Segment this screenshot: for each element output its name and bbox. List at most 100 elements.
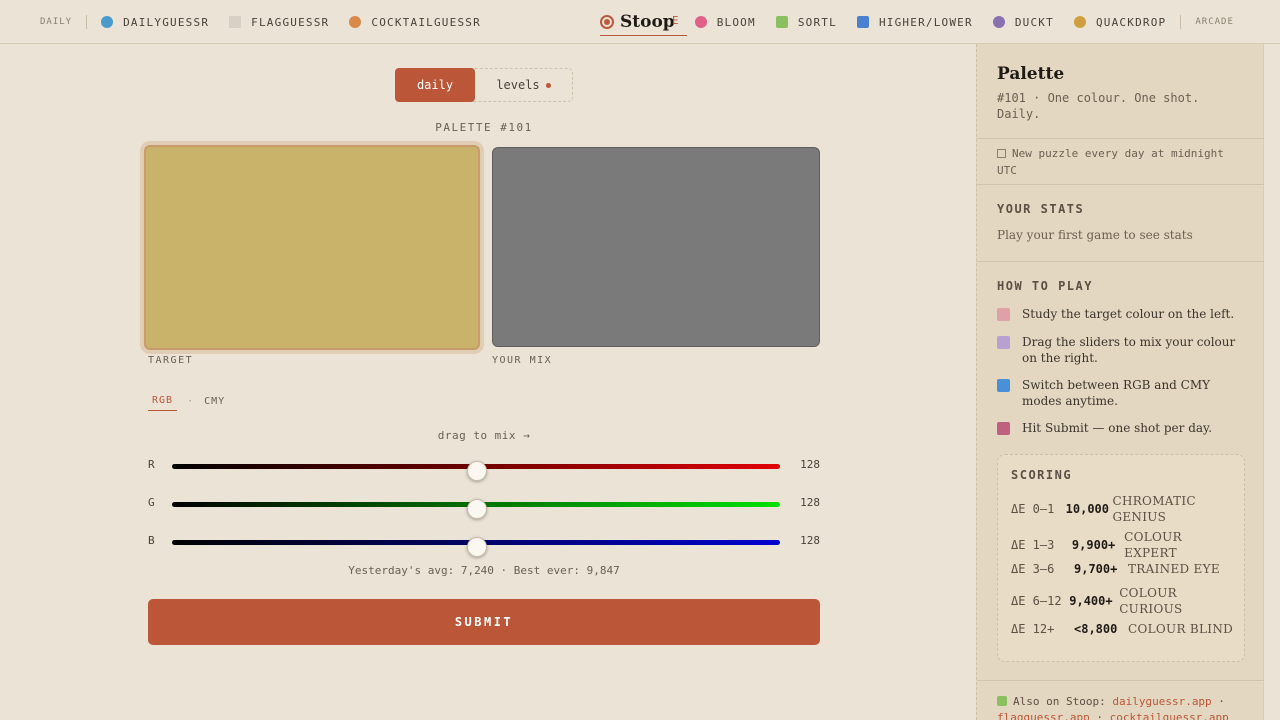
scoring-heading: SCORING: [1011, 468, 1073, 482]
also-link-dailyguessr[interactable]: dailyguessr.app: [1112, 695, 1211, 708]
divider: [977, 261, 1264, 262]
scoring-box: SCORING ΔE 0–1 10,000 CHROMATIC GENIUS Δ…: [997, 454, 1245, 662]
also-link-cocktailguessr[interactable]: cocktailguessr.app: [1110, 711, 1229, 720]
nav-link-bloom[interactable]: BLOOM: [694, 15, 756, 29]
puzzle-piece-icon: [997, 696, 1007, 706]
slider-green: G 128: [148, 496, 820, 520]
up-down-arrow-icon: [856, 16, 869, 28]
slider-letter: R: [148, 458, 155, 471]
brain-icon: [997, 308, 1010, 321]
cocktail-icon: [349, 16, 362, 28]
daily-notice-text: New puzzle every day at midnight UTC: [997, 147, 1224, 177]
brand-underline: [600, 35, 687, 36]
mode-toggle: daily levels: [395, 68, 573, 102]
slider-thumb-red[interactable]: [467, 461, 487, 481]
top-nav: DAILY DAILYGUESSR FLAGGUESSR COCKTAILGUE…: [0, 0, 1280, 44]
slider-red: R 128: [148, 458, 820, 482]
nav-link-arcade[interactable]: ARCADE: [1195, 17, 1234, 27]
slider-value-red: 128: [800, 458, 820, 471]
divider: [977, 184, 1264, 185]
score-range: ΔE 0–1: [1011, 502, 1055, 516]
yesterday-stats: Yesterday's avg: 7,240 · Best ever: 9,84…: [348, 564, 620, 577]
nav-link-label: QUACKDROP: [1095, 15, 1167, 29]
calendar-icon: [997, 149, 1006, 158]
tab-daily[interactable]: daily: [395, 68, 475, 102]
also-link-flagguessr[interactable]: flagguessr.app: [997, 711, 1090, 720]
target-swatch: [144, 145, 480, 350]
mix-label: YOUR MIX: [492, 355, 553, 366]
mix-swatch: [492, 147, 820, 347]
nav-link-duckt[interactable]: DUCKT: [992, 15, 1054, 29]
puzzle-number: PALETTE #101: [435, 121, 533, 134]
daily-notice: New puzzle every day at midnight UTC: [997, 145, 1247, 179]
nav-link-label: BLOOM: [716, 15, 756, 29]
score-range: ΔE 3–6: [1011, 562, 1055, 576]
score-label: COLOUR EXPERT: [1124, 530, 1182, 560]
nav-separator: [1180, 15, 1182, 29]
slider-letter: B: [148, 534, 155, 547]
nav-link-sortl[interactable]: SORTL: [775, 15, 837, 29]
scoring-row: ΔE 0–1 10,000 CHROMATIC GENIUS: [1011, 493, 1235, 525]
score-points: 10,000: [1065, 502, 1109, 516]
nav-separator: [86, 15, 88, 29]
divider: [977, 680, 1264, 681]
slider-letter: G: [148, 496, 155, 509]
step-text: Study the target colour on the left.: [1022, 307, 1235, 321]
nav-daily-label: DAILY: [40, 17, 73, 27]
submit-button[interactable]: SUBMIT: [148, 599, 820, 645]
sidebar-title: Palette: [997, 64, 1065, 84]
scoring-row: ΔE 1–3 9,900+ COLOUR EXPERT: [1011, 529, 1235, 561]
flower-icon: [694, 16, 707, 28]
step-text: Switch between RGB and CMY modes anytime…: [1022, 378, 1211, 408]
how-to-play-step: Hit Submit — one shot per day.: [997, 420, 1247, 436]
slider-thumb-blue[interactable]: [467, 537, 487, 557]
slider-value-green: 128: [800, 496, 820, 509]
notification-dot-icon: [545, 82, 551, 88]
pointer-icon: [997, 422, 1010, 435]
slider-track-red[interactable]: [172, 461, 780, 481]
how-to-play-step: Switch between RGB and CMY modes anytime…: [997, 377, 1247, 409]
nav-left-group: DAILY DAILYGUESSR FLAGGUESSR COCKTAILGUE…: [40, 0, 501, 44]
mode-cmy-tab[interactable]: CMY: [204, 396, 225, 411]
nav-link-dailyguessr[interactable]: DAILYGUESSR: [101, 16, 209, 29]
sidebar: Palette #101 · One colour. One shot. Dai…: [976, 44, 1264, 720]
how-to-play-step: Drag the sliders to mix your colour on t…: [997, 334, 1247, 366]
tab-levels[interactable]: levels: [475, 69, 572, 101]
nav-link-flagguessr[interactable]: FLAGGUESSR: [229, 16, 329, 29]
nav-link-label: DUCKT: [1014, 15, 1054, 29]
score-label: COLOUR BLIND: [1128, 622, 1234, 636]
nav-link-label: DAILYGUESSR: [123, 15, 210, 29]
brand-logo[interactable]: Stoop E: [600, 12, 687, 36]
score-range: ΔE 12+: [1011, 622, 1055, 636]
score-label: TRAINED EYE: [1128, 562, 1220, 576]
nav-link-higher-lower[interactable]: HIGHER/LOWER: [856, 15, 973, 29]
also-prefix: Also on Stoop:: [1013, 695, 1106, 708]
slider-track-blue[interactable]: [172, 537, 780, 557]
nav-link-label: HIGHER/LOWER: [878, 15, 973, 29]
brand-name: Stoop: [620, 12, 675, 32]
step-text: Hit Submit — one shot per day.: [1022, 421, 1213, 435]
score-range: ΔE 1–3: [1011, 538, 1055, 552]
nav-link-label: FLAGGUESSR: [251, 15, 330, 29]
score-points: <8,800: [1074, 622, 1118, 636]
score-points: 9,900+: [1071, 538, 1116, 552]
duck-icon: [992, 16, 1005, 28]
brand-icon: [600, 15, 614, 29]
nav-right-group: Stoop E BLOOM SORTL HIGHER/LOWER DUCKT Q…: [600, 0, 1234, 44]
stats-heading: YOUR STATS: [997, 202, 1085, 216]
nav-link-cocktailguessr[interactable]: COCKTAILGUESSR: [349, 16, 481, 29]
duck-drop-icon: [1073, 16, 1086, 28]
scoring-row: ΔE 12+ <8,800 COLOUR BLIND: [1011, 621, 1235, 637]
score-points: 9,400+: [1069, 594, 1113, 608]
also-on-stoop: Also on Stoop: dailyguessr.app · flaggue…: [997, 694, 1252, 720]
color-mode-switch: RGB · CMY: [148, 395, 225, 411]
mode-rgb-tab[interactable]: RGB: [148, 395, 178, 411]
slider-thumb-green[interactable]: [467, 499, 487, 519]
score-label: CHROMATIC GENIUS: [1112, 494, 1196, 524]
nav-link-quackdrop[interactable]: QUACKDROP: [1073, 15, 1167, 29]
target-label: TARGET: [148, 355, 194, 366]
slider-track-green[interactable]: [172, 499, 780, 519]
nav-link-label: SORTL: [797, 15, 837, 29]
divider: [977, 138, 1264, 139]
globe-icon: [101, 16, 114, 28]
